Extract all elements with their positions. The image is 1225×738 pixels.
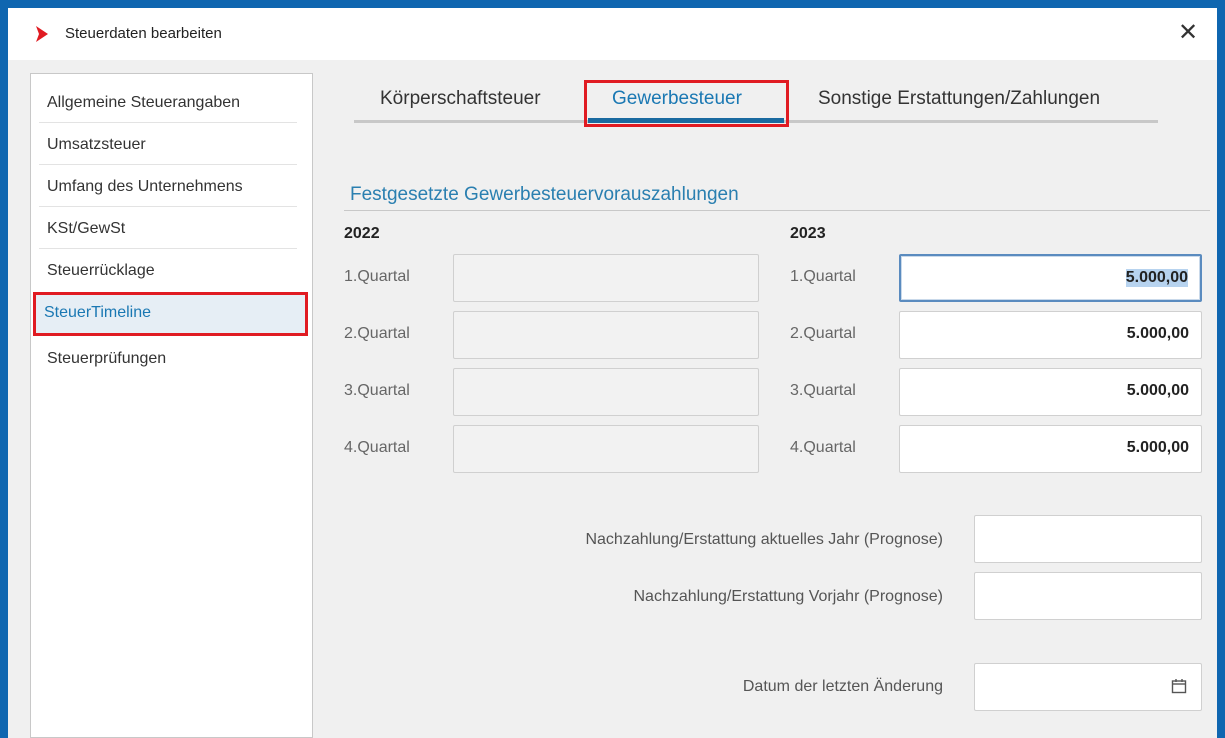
- curr-q4-label: 4.Quartal: [790, 439, 856, 456]
- forecast-previous-field[interactable]: [974, 572, 1202, 620]
- prev-q3-field[interactable]: [453, 368, 759, 416]
- chevron-right-icon: [36, 26, 48, 42]
- date-label: Datum der letzten Änderung: [742, 678, 943, 695]
- close-button[interactable]: ✕: [1173, 18, 1203, 48]
- curr-q2-label: 2.Quartal: [790, 325, 856, 342]
- prev-q1-field[interactable]: [453, 254, 759, 302]
- prev-q2-label: 2.Quartal: [344, 325, 410, 342]
- curr-q3-label: 3.Quartal: [790, 382, 856, 399]
- tab-koerperschaftsteuer[interactable]: Körperschaftsteuer: [380, 88, 541, 110]
- curr-q1-value: 5.000,00: [1125, 269, 1188, 287]
- forecast-previous-label: Nachzahlung/Erstattung Vorjahr (Prognose…: [633, 588, 943, 605]
- sidebar-item-kst-gewst[interactable]: KSt/GewSt: [39, 208, 297, 249]
- section-title: Festgesetzte Gewerbesteuervorauszahlunge…: [350, 184, 739, 205]
- curr-q1-label: 1.Quartal: [790, 268, 856, 285]
- dialog-content: Allgemeine Steuerangaben Umsatzsteuer Um…: [8, 60, 1217, 738]
- year-curr-label: 2023: [790, 225, 826, 242]
- curr-q2-value: 5.000,00: [1126, 325, 1189, 342]
- date-field[interactable]: [974, 663, 1202, 711]
- curr-q4-value: 5.000,00: [1126, 439, 1189, 456]
- sidebar-item-umsatzsteuer[interactable]: Umsatzsteuer: [39, 124, 297, 165]
- prev-q4-label: 4.Quartal: [344, 439, 410, 456]
- calendar-icon[interactable]: [1171, 678, 1187, 694]
- sidebar-item-steuerruecklage[interactable]: Steuerrücklage: [39, 250, 297, 291]
- title-bar: Steuerdaten bearbeiten ✕: [8, 8, 1217, 60]
- prev-q4-field[interactable]: [453, 425, 759, 473]
- section-divider: [344, 210, 1210, 211]
- tab-sonstige-erstattungen[interactable]: Sonstige Erstattungen/Zahlungen: [818, 88, 1100, 110]
- prev-q2-field[interactable]: [453, 311, 759, 359]
- sidebar-item-umfang-des-unternehmens[interactable]: Umfang des Unternehmens: [39, 166, 297, 207]
- curr-q2-field[interactable]: 5.000,00: [899, 311, 1202, 359]
- forecast-current-field[interactable]: [974, 515, 1202, 563]
- curr-q3-value: 5.000,00: [1126, 382, 1189, 399]
- prev-q3-label: 3.Quartal: [344, 382, 410, 399]
- curr-q4-field[interactable]: 5.000,00: [899, 425, 1202, 473]
- window-title: Steuerdaten bearbeiten: [65, 25, 222, 42]
- sidebar-item-steuertimeline[interactable]: SteuerTimeline: [33, 292, 308, 336]
- sidebar-item-allgemeine-steuerangaben[interactable]: Allgemeine Steuerangaben: [39, 82, 297, 123]
- curr-q1-field[interactable]: 5.000,00: [899, 254, 1202, 302]
- tab-highlight-box: [584, 80, 789, 127]
- sidebar-nav: Allgemeine Steuerangaben Umsatzsteuer Um…: [30, 73, 313, 738]
- year-prev-label: 2022: [344, 225, 380, 242]
- forecast-current-label: Nachzahlung/Erstattung aktuelles Jahr (P…: [585, 531, 943, 548]
- sidebar-item-steuerpruefungen[interactable]: Steuerprüfungen: [39, 338, 297, 379]
- prev-q1-label: 1.Quartal: [344, 268, 410, 285]
- curr-q3-field[interactable]: 5.000,00: [899, 368, 1202, 416]
